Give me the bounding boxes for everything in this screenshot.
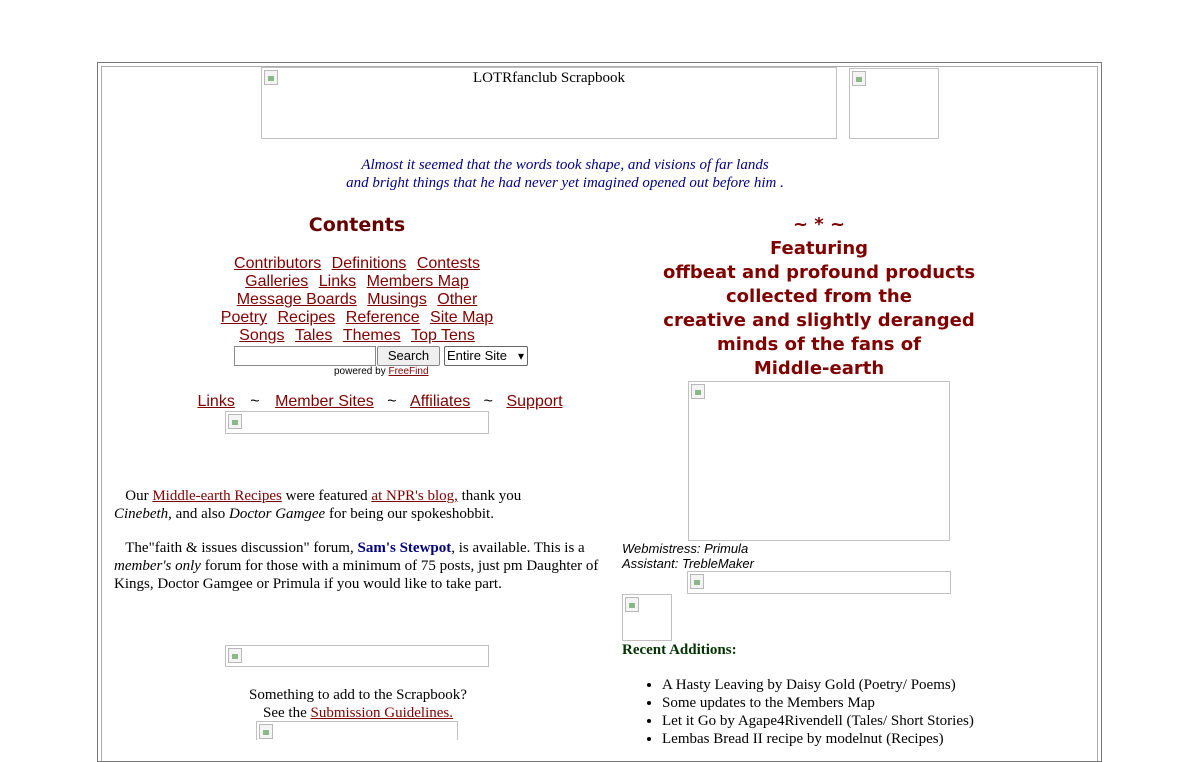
nav-link-recipes[interactable]: Recipes [278,309,336,326]
nav-link-contests[interactable]: Contests [417,255,480,272]
sams-stewpot-link[interactable]: Sam's Stewpot [357,540,451,556]
broken-image-icon [625,597,639,612]
search-scope-select[interactable]: Entire Site [444,346,528,366]
left-banner-ad-2 [225,645,489,667]
contents-nav: Contributors Definitions Contests Galler… [197,255,517,345]
nav-link-musings[interactable]: Musings [367,291,427,308]
webmistress-credit: Webmistress: Primula [622,541,749,556]
powered-by: powered by FreeFind [334,366,429,377]
secondary-link-support[interactable]: Support [506,393,562,410]
news-text: Our [125,488,153,504]
nav-separator: ~ [250,393,260,410]
name-doctor-gamgee: Doctor Gamgee [228,506,326,522]
list-item: Lembas Bread II recipe by modelnut (Reci… [662,730,1092,748]
news-text: The"faith & issues discussion" forum, [125,540,358,556]
news-text: for being our spokeshobbit. [325,506,494,522]
list-item: Some updates to the Members Map [662,694,1092,712]
nav-link-site-map[interactable]: Site Map [430,309,493,326]
contents-row-5: Songs Tales Themes Top Tens [197,327,517,345]
nav-link-other[interactable]: Other [437,291,477,308]
broken-image-icon [691,384,705,399]
submission-line-1: Something to add to the Scrapbook? [249,687,467,703]
featuring-line: offbeat and profound products [662,262,976,283]
secondary-link-member-sites[interactable]: Member Sites [275,393,374,410]
npr-blog-link[interactable]: at NPR's blog, [371,488,457,504]
broken-image-icon [259,724,273,739]
news-paragraph-recipes: Our Middle-earth Recipes were featured a… [114,487,604,523]
featuring-line: Middle-earth [753,358,885,379]
left-bottom-image [256,721,458,740]
nav-link-galleries[interactable]: Galleries [245,273,308,290]
list-item: A Hasty Leaving by Daisy Gold (Poetry/ P… [662,676,1092,694]
search-button[interactable]: Search [377,346,440,366]
nav-link-contributors[interactable]: Contributors [234,255,321,272]
submission-line-2: See the Submission Guidelines. [200,704,516,722]
featuring-ornament: ~ * ~ [792,214,846,235]
recent-additions-list: A Hasty Leaving by Daisy Gold (Poetry/ P… [622,676,1092,748]
nav-link-links[interactable]: Links [319,273,356,290]
featuring-line: collected from the [726,286,912,307]
submission-guidelines-link[interactable]: Submission Guidelines. [310,705,453,721]
secondary-nav: Links ~ Member Sites ~ Affiliates ~ Supp… [190,393,570,411]
right-small-image [622,594,672,641]
nav-separator: ~ [483,393,494,410]
nav-link-message-boards[interactable]: Message Boards [237,291,357,308]
featuring-line: Featuring [769,238,869,259]
news-paragraph-stewpot: The"faith & issues discussion" forum, Sa… [114,539,604,593]
assistant-credit: Assistant: TrebleMaker [622,556,754,571]
freefind-link[interactable]: FreeFind [388,366,428,377]
members-only-text: member's only [114,558,201,574]
secondary-link-affiliates[interactable]: Affiliates [410,393,470,410]
banner-alt-text: LOTRfanclub Scrapbook [472,70,626,86]
contents-heading: Contents [308,214,406,236]
staff-credits: Webmistress: Primula Assistant: TrebleMa… [622,541,754,571]
nav-separator: ~ [387,393,397,410]
middle-earth-recipes-link[interactable]: Middle-earth Recipes [152,488,282,504]
left-banner-ad-1 [225,411,489,434]
nav-link-tales[interactable]: Tales [295,327,332,344]
broken-image-icon [852,71,866,86]
news-text: were featured [281,488,372,504]
featuring-block: ~ * ~ Featuring offbeat and profound pro… [660,213,978,381]
quote-line-2: and bright things that he had never yet … [346,175,784,191]
news-text: , and also [168,506,229,522]
submission-text: See the [263,705,311,721]
name-cinebeth: Cinebeth [114,506,169,522]
broken-image-icon [690,574,704,589]
featuring-line: minds of the fans of [717,334,921,355]
contents-row-1: Contributors Definitions Contests [197,255,517,273]
secondary-link-links[interactable]: Links [197,393,234,410]
news-text: thank you [457,488,522,504]
site-banner-image: LOTRfanclub Scrapbook [261,67,837,139]
featuring-line: creative and slightly deranged [663,310,975,331]
powered-by-label: powered by [334,366,386,377]
contents-row-2: Galleries Links Members Map [197,273,517,291]
quote-line-1: Almost it seemed that the words took sha… [361,157,769,173]
right-banner-ad [687,571,951,594]
banner-side-image [849,68,939,139]
submission-prompt: Something to add to the Scrapbook? See t… [200,686,516,722]
news-text: , is available. This is a [451,540,585,556]
nav-link-themes[interactable]: Themes [343,327,401,344]
tolkien-quote: Almost it seemed that the words took sha… [250,156,880,192]
contents-row-3: Message Boards Musings Other [197,291,517,309]
featured-image [688,381,950,541]
list-item: Let it Go by Agape4Rivendell (Tales/ Sho… [662,712,1092,730]
site-search-input[interactable] [234,346,376,366]
broken-image-icon [228,414,242,429]
nav-link-poetry[interactable]: Poetry [221,309,267,326]
recent-additions-heading: Recent Additions: [622,642,737,658]
broken-image-icon [228,648,242,663]
contents-row-4: Poetry Recipes Reference Site Map [197,309,517,327]
nav-link-songs[interactable]: Songs [239,327,284,344]
nav-link-reference[interactable]: Reference [346,309,420,326]
nav-link-definitions[interactable]: Definitions [332,255,407,272]
nav-link-members-map[interactable]: Members Map [367,273,469,290]
nav-link-top-tens[interactable]: Top Tens [411,327,475,344]
